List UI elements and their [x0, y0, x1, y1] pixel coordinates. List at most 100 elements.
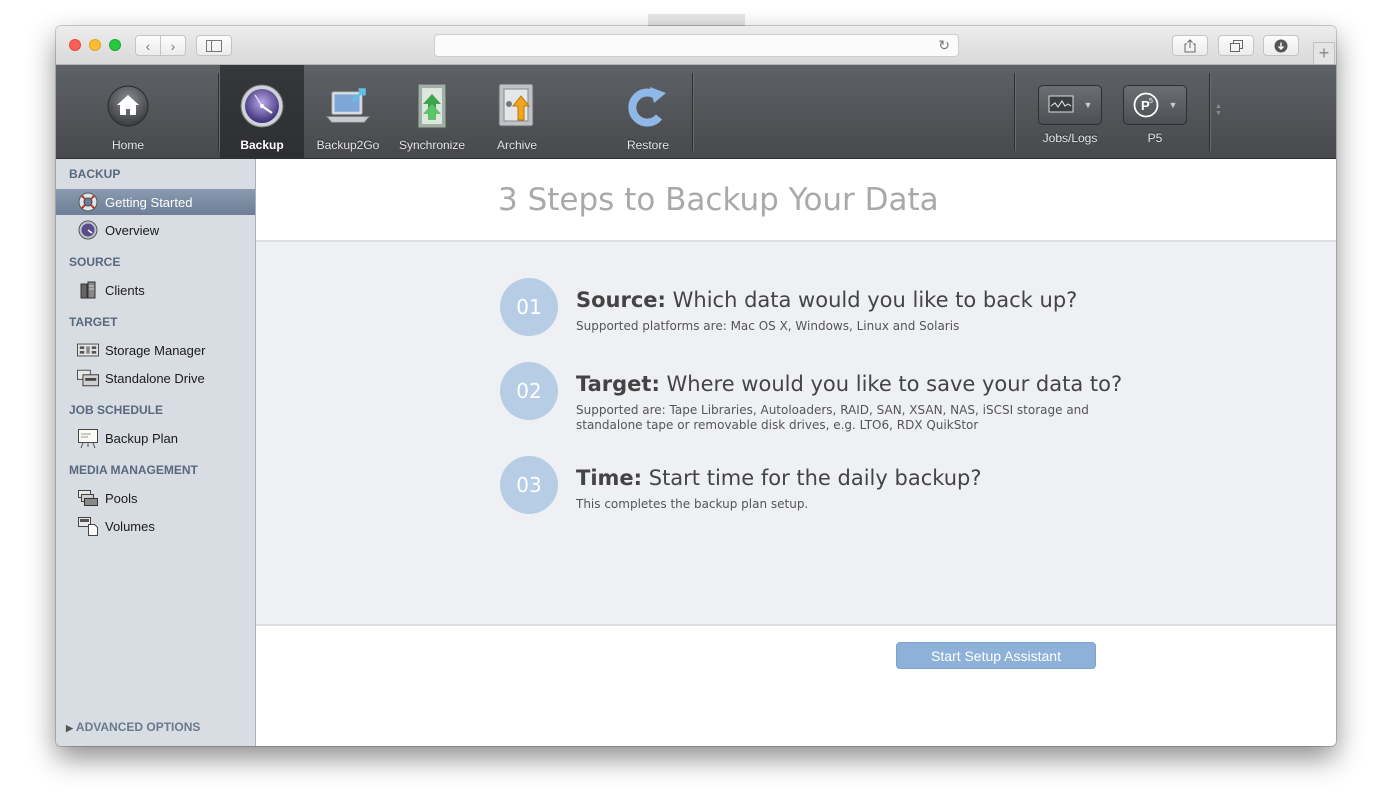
step-question: Start time for the daily backup? [648, 466, 982, 490]
toolbar-archive[interactable]: Archive [477, 65, 557, 158]
top-tab-notch [648, 14, 745, 26]
toolbar-jobs-logs[interactable]: ▼ Jobs/Logs [1028, 65, 1112, 158]
step-title-label: Time: [576, 466, 643, 490]
toolbar-divider [692, 73, 693, 151]
toolbar-label: Jobs/Logs [1042, 131, 1098, 145]
sidebar-item-label: Standalone Drive [105, 370, 205, 386]
sidebar-toggle-button[interactable] [196, 35, 232, 56]
chevron-down-icon: ▼ [1083, 100, 1093, 110]
toolbar-divider [1209, 73, 1210, 151]
downloads-button[interactable] [1263, 35, 1299, 56]
minimize-window-button[interactable] [89, 39, 101, 51]
backup-gauge-icon [240, 84, 284, 128]
share-button[interactable] [1172, 35, 1208, 56]
sidebar-item-label: Backup Plan [105, 430, 178, 446]
toolbar-label: Restore [626, 138, 670, 152]
sidebar-item-label: Storage Manager [105, 342, 206, 358]
presentation-board-icon [77, 429, 99, 448]
toolbar-home[interactable]: Home [90, 65, 166, 158]
toolbar-label: Synchronize [398, 138, 466, 152]
advanced-options-toggle[interactable]: ▶ ADVANCED OPTIONS [66, 720, 200, 734]
toolbar-backup2go[interactable]: Backup2Go [308, 65, 388, 158]
sidebar-item-label: Pools [105, 490, 138, 506]
home-icon [107, 85, 149, 127]
tape-stack-icon [77, 489, 99, 507]
advanced-options-label: ADVANCED OPTIONS [75, 720, 201, 734]
chevron-right-icon: › [170, 37, 176, 54]
tabs-overview-button[interactable] [1218, 35, 1254, 56]
sidebar-item-label: Volumes [105, 518, 155, 534]
step-number-badge: 02 [500, 362, 558, 420]
step-title-label: Target: [576, 372, 660, 396]
toolbar-label: P5 [1147, 131, 1163, 145]
server-icon [77, 281, 99, 299]
step-question: Where would you like to save your data t… [666, 372, 1123, 396]
section-title-source: SOURCE [69, 255, 121, 269]
page-title: 3 Steps to Backup Your Data [498, 182, 939, 218]
p5-dropdown[interactable]: P5 ▼ [1123, 85, 1187, 125]
toolbar-divider [1014, 73, 1015, 151]
sidebar-item-backup-plan[interactable]: Backup Plan [56, 425, 255, 451]
sidebar-item-overview[interactable]: Overview [56, 217, 255, 243]
forward-button[interactable]: › [160, 35, 186, 56]
disclosure-triangle-icon: ▶ [66, 723, 73, 733]
tabs-icon [1229, 39, 1243, 52]
sidebar-item-storage-manager[interactable]: Storage Manager [56, 337, 255, 363]
toolbar-restore[interactable]: Restore [608, 65, 688, 158]
zoom-window-button[interactable] [109, 39, 121, 51]
archive-safe-icon [498, 83, 534, 127]
reload-icon[interactable]: ↻ [938, 37, 950, 54]
step-number-badge: 01 [500, 278, 558, 336]
monitor-graph-icon [1048, 95, 1074, 113]
sidebar-item-pools[interactable]: Pools [56, 485, 255, 511]
toolbar-label: Home [111, 138, 144, 152]
chevron-down-icon: ▼ [1168, 100, 1178, 110]
steps-panel: 01 Source: Which data would you like to … [256, 240, 1336, 626]
svg-text:5: 5 [1149, 98, 1153, 105]
sidebar-item-clients[interactable]: Clients [56, 277, 255, 303]
title-bar: ‹ › ↻ + [56, 26, 1336, 65]
volume-icon [77, 517, 99, 536]
back-button[interactable]: ‹ [135, 35, 161, 56]
sidebar-item-getting-started[interactable]: Getting Started [56, 189, 255, 215]
chevron-left-icon: ‹ [145, 37, 151, 54]
step-title: Source: Which data would you like to bac… [576, 288, 1077, 312]
jobs-logs-dropdown[interactable]: ▼ [1038, 85, 1102, 125]
gauge-icon [77, 220, 99, 240]
browser-window: ‹ › ↻ + Home Backup Backup2Go Synchroniz… [56, 26, 1336, 746]
step-title-label: Source: [576, 288, 666, 312]
toolbar-synchronize[interactable]: Synchronize [392, 65, 472, 158]
sidebar-item-label: Clients [105, 282, 145, 298]
sidebar: BACKUP Getting Started Overview SOURCE C… [56, 159, 256, 746]
lifebuoy-icon [77, 192, 99, 212]
sidebar-item-volumes[interactable]: Volumes [56, 513, 255, 539]
toolbar-resize-handle[interactable]: ▲ ▼ [1215, 103, 1222, 117]
address-bar[interactable]: ↻ [434, 34, 959, 57]
p5-logo-icon: P5 [1133, 92, 1158, 118]
download-icon [1274, 39, 1288, 52]
restore-arrow-icon [628, 87, 666, 127]
toolbar-label: Backup2Go [316, 138, 380, 152]
toolbar-label: Backup [240, 138, 284, 152]
toolbar-backup[interactable]: Backup [220, 65, 304, 158]
step-title: Time: Start time for the daily backup? [576, 466, 982, 490]
toolbar-divider [218, 73, 219, 151]
tape-library-icon [77, 341, 99, 359]
step-title: Target: Where would you like to save you… [576, 372, 1122, 396]
new-tab-button[interactable]: + [1313, 42, 1335, 64]
step-question: Which data would you like to back up? [672, 288, 1078, 312]
section-title-target: TARGET [69, 315, 118, 329]
toolbar-p5[interactable]: P5 ▼ P5 [1120, 65, 1190, 158]
share-icon [1184, 38, 1196, 52]
tape-drive-icon [77, 369, 99, 387]
sidebar-item-standalone-drive[interactable]: Standalone Drive [56, 365, 255, 391]
sidebar-icon [206, 39, 222, 52]
section-title-backup: BACKUP [69, 167, 121, 181]
close-window-button[interactable] [69, 39, 81, 51]
step-description: Supported are: Tape Libraries, Autoloade… [576, 403, 1089, 432]
step-description: This completes the backup plan setup. [576, 497, 809, 511]
section-title-job-schedule: JOB SCHEDULE [69, 403, 164, 417]
start-setup-assistant-button[interactable]: Start Setup Assistant [896, 642, 1096, 669]
app-toolbar: Home Backup Backup2Go Synchronize Archiv… [56, 65, 1336, 159]
toolbar-label: Archive [496, 138, 537, 152]
